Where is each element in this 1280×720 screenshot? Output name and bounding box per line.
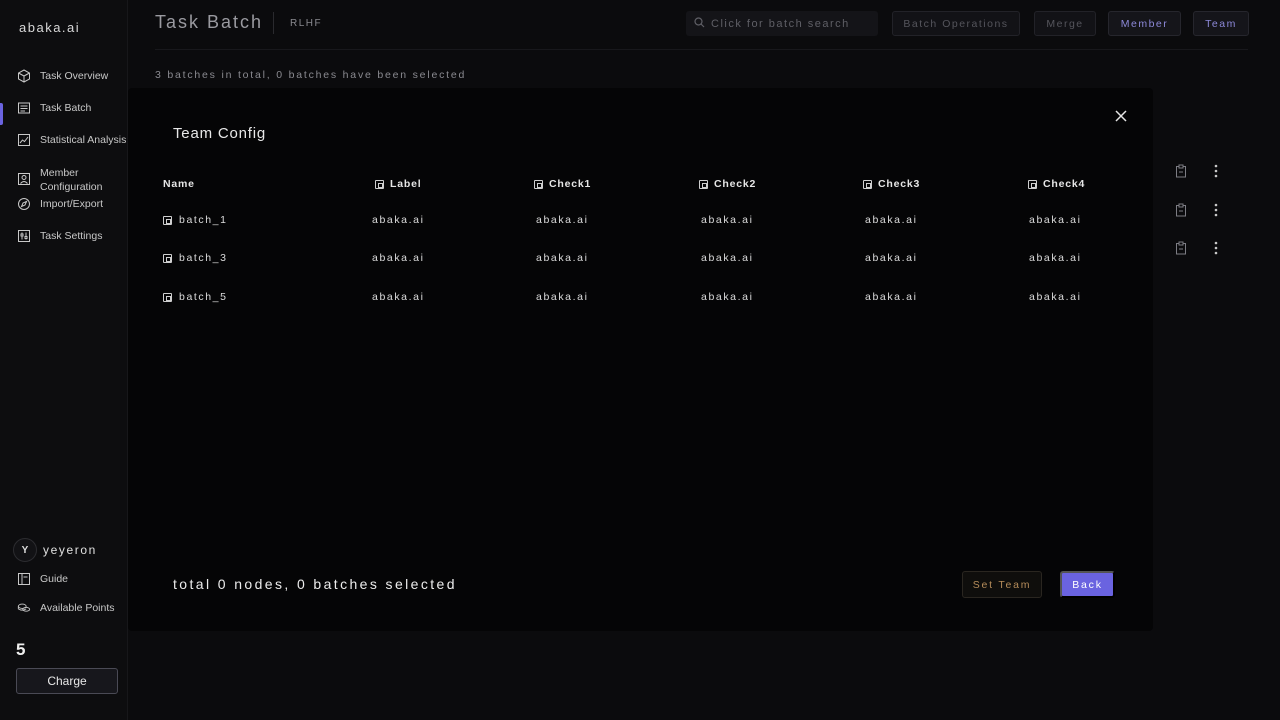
- team-button[interactable]: Team: [1193, 11, 1249, 36]
- column-header-text: Check3: [878, 178, 921, 190]
- nav-label: Guide: [40, 573, 69, 585]
- table-cell: abaka.ai: [1029, 291, 1082, 303]
- checkbox-icon[interactable]: [163, 292, 172, 302]
- table-cell: abaka.ai: [372, 252, 425, 264]
- member-button[interactable]: Member: [1108, 11, 1181, 36]
- sidebar: abaka.ai Task Overview Task Batch Statis…: [0, 0, 128, 720]
- table-cell: abaka.ai: [701, 252, 754, 264]
- modal-title: Team Config: [173, 125, 267, 142]
- table-cell: abaka.ai: [536, 291, 589, 303]
- search-placeholder: Click for batch search: [711, 17, 850, 30]
- column-header-name: Name: [163, 178, 195, 190]
- page-title: Task Batch: [155, 12, 264, 32]
- table-cell: abaka.ai: [372, 291, 425, 303]
- nav-label: Available Points: [40, 602, 115, 614]
- compass-icon: [17, 197, 31, 211]
- checkbox-icon[interactable]: [534, 179, 543, 189]
- column-header-text: Check2: [714, 178, 757, 190]
- column-header-text: Check4: [1043, 178, 1086, 190]
- more-vertical-icon[interactable]: [1209, 241, 1223, 255]
- back-button[interactable]: Back: [1060, 571, 1115, 598]
- column-header-text: Label: [390, 178, 422, 190]
- table-cell: abaka.ai: [865, 252, 918, 264]
- table-row-name[interactable]: batch_5: [163, 291, 228, 303]
- avatar: Y: [13, 538, 37, 562]
- selection-summary: total 0 nodes, 0 batches selected: [173, 576, 457, 592]
- title-divider: [273, 12, 274, 34]
- table-cell: abaka.ai: [1029, 252, 1082, 264]
- batch-operations-button[interactable]: Batch Operations: [892, 11, 1020, 36]
- table-cell: abaka.ai: [536, 252, 589, 264]
- merge-button[interactable]: Merge: [1034, 11, 1096, 36]
- checkbox-icon[interactable]: [699, 179, 708, 189]
- book-icon: [17, 572, 31, 586]
- more-vertical-icon[interactable]: [1209, 164, 1223, 178]
- batch-name: batch_5: [179, 291, 228, 303]
- table-cell: abaka.ai: [701, 214, 754, 226]
- coins-icon: [17, 601, 31, 615]
- table-cell: abaka.ai: [1029, 214, 1082, 226]
- checkbox-icon[interactable]: [163, 253, 172, 263]
- user-profile[interactable]: Y yeyeron: [13, 538, 97, 562]
- nav-label: Task Overview: [40, 70, 109, 82]
- list-icon: [17, 101, 31, 115]
- clipboard-icon[interactable]: [1174, 164, 1188, 178]
- table-cell: abaka.ai: [536, 214, 589, 226]
- nav-label-line1: Member: [40, 167, 79, 179]
- column-header-check4[interactable]: Check4: [1028, 178, 1085, 190]
- table-cell: abaka.ai: [701, 291, 754, 303]
- column-header-text: Check1: [549, 178, 592, 190]
- checkbox-icon[interactable]: [163, 215, 172, 225]
- clipboard-icon[interactable]: [1174, 241, 1188, 255]
- sliders-icon: [17, 229, 31, 243]
- nav-label: Task Batch: [40, 102, 92, 114]
- set-team-button[interactable]: Set Team: [962, 571, 1042, 598]
- nav-label-line2: Configuration: [40, 181, 103, 193]
- close-icon[interactable]: [1113, 108, 1129, 124]
- table-row-name[interactable]: batch_3: [163, 252, 228, 264]
- batch-summary: 3 batches in total, 0 batches have been …: [155, 69, 467, 81]
- header-divider: [155, 49, 1248, 50]
- search-icon: [694, 15, 705, 33]
- cube-icon: [17, 69, 31, 83]
- table-cell: abaka.ai: [865, 214, 918, 226]
- team-config-modal: Team Config Name Label Check1 Check2 Che…: [128, 88, 1153, 631]
- person-icon: [17, 172, 31, 186]
- checkbox-icon[interactable]: [375, 179, 384, 189]
- nav-label: Task Settings: [40, 230, 103, 242]
- batch-search[interactable]: Click for batch search: [686, 11, 878, 36]
- column-header-check2[interactable]: Check2: [699, 178, 756, 190]
- column-header-check1[interactable]: Check1: [534, 178, 591, 190]
- column-header-label[interactable]: Label: [375, 178, 421, 190]
- project-tag: RLHF: [290, 18, 323, 29]
- batch-name: batch_1: [179, 214, 228, 226]
- brand-logo: abaka.ai: [19, 20, 81, 35]
- username: yeyeron: [43, 543, 97, 557]
- table-row-name[interactable]: batch_1: [163, 214, 228, 226]
- charge-button[interactable]: Charge: [16, 668, 118, 694]
- chart-icon: [17, 133, 31, 147]
- points-value: 5: [16, 640, 26, 659]
- column-header-check3[interactable]: Check3: [863, 178, 920, 190]
- checkbox-icon[interactable]: [1028, 179, 1037, 189]
- table-cell: abaka.ai: [372, 214, 425, 226]
- batch-name: batch_3: [179, 252, 228, 264]
- checkbox-icon[interactable]: [863, 179, 872, 189]
- nav-label: Import/Export: [40, 198, 104, 210]
- more-vertical-icon[interactable]: [1209, 203, 1223, 217]
- clipboard-icon[interactable]: [1174, 203, 1188, 217]
- nav-label: Statistical Analysis: [40, 134, 127, 146]
- table-cell: abaka.ai: [865, 291, 918, 303]
